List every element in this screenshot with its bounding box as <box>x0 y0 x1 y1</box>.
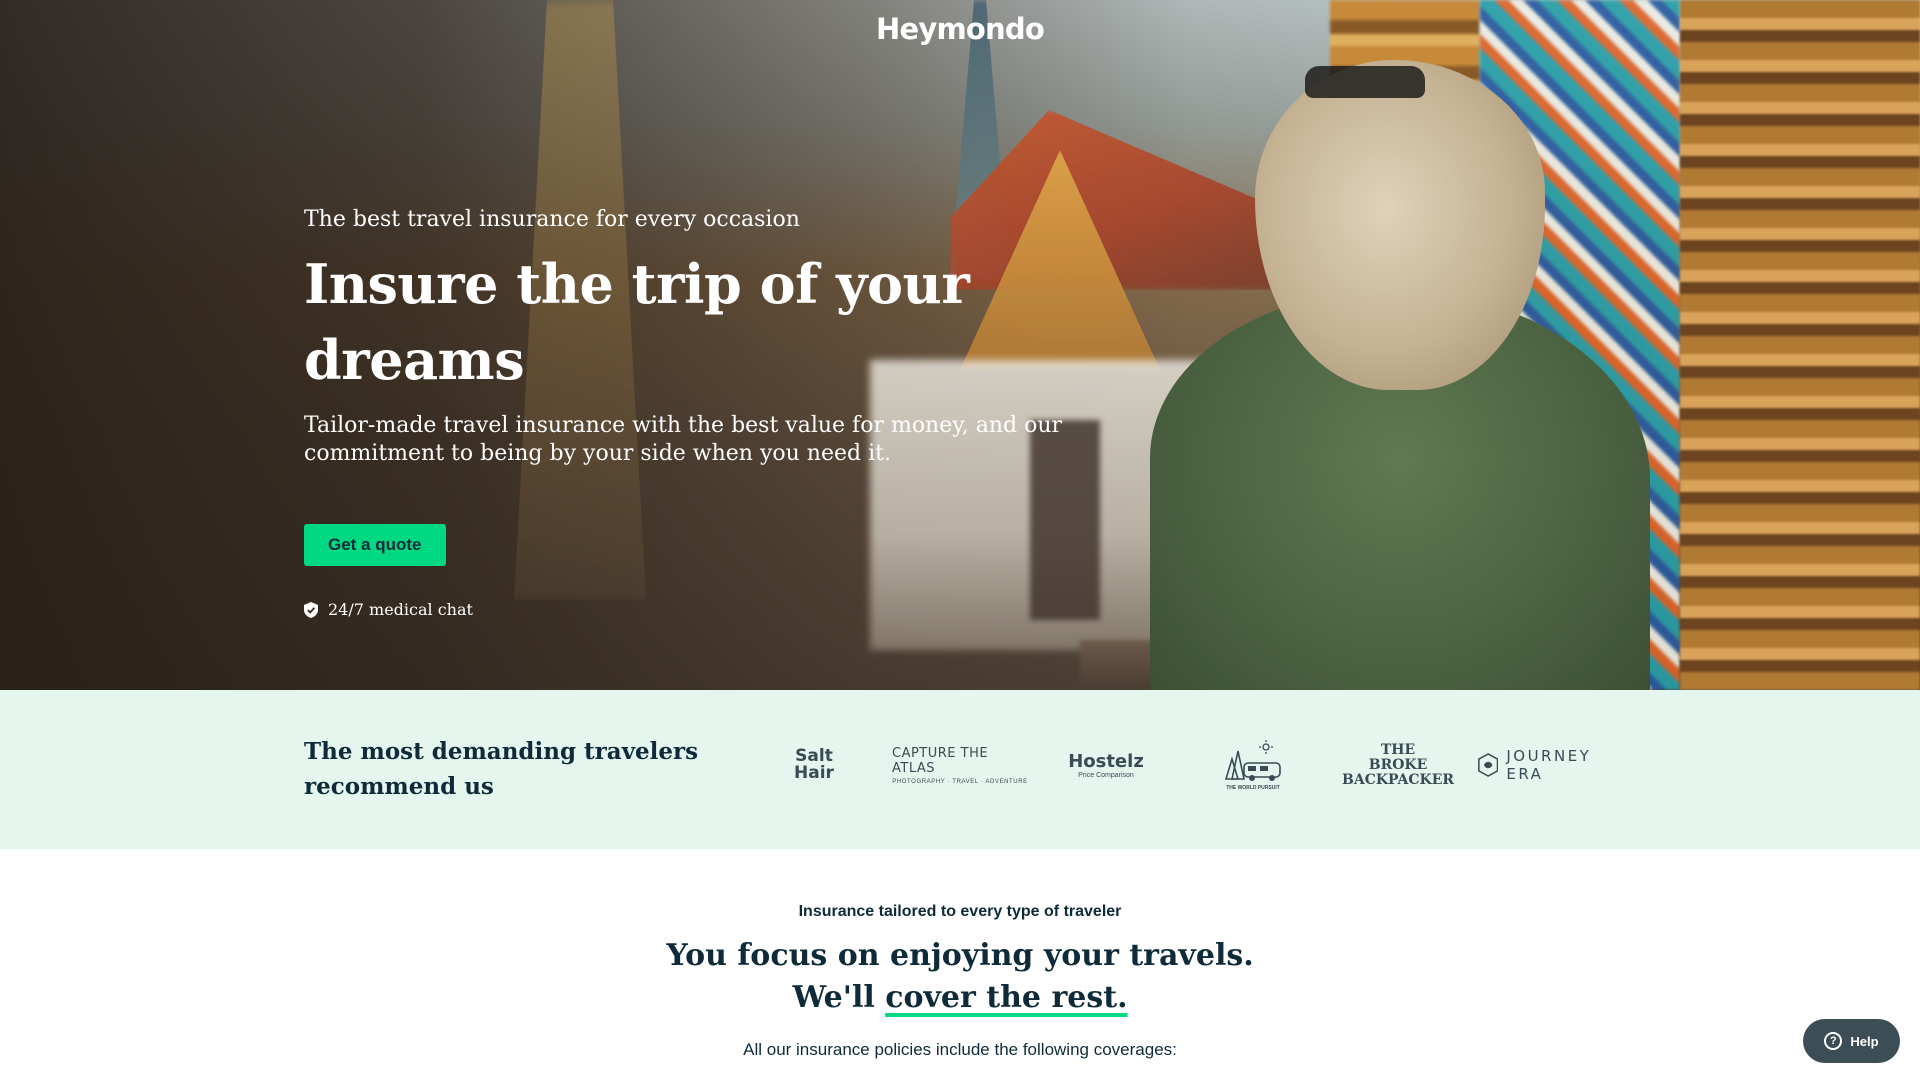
hero-subtext: Tailor-made travel insurance with the be… <box>304 413 1063 466</box>
partner-logo-tagline: PHOTOGRAPHY · TRAVEL · ADVENTURE <box>892 778 1028 785</box>
get-a-quote-button[interactable]: Get a quote <box>304 524 446 566</box>
question-circle-icon: ? <box>1824 1032 1843 1050</box>
camper-van-trees-icon <box>1224 740 1281 781</box>
coverage-title: You focus on enjoying your travels. We'l… <box>0 935 1920 1019</box>
partner-logo-text: Hostelz <box>1068 751 1144 772</box>
coverage-description: All our insurance policies include the f… <box>743 1040 1177 1059</box>
shield-check-icon <box>304 601 318 618</box>
partner-logo-the-world-pursuit: THE WORLD PURSUIT <box>1218 730 1288 800</box>
partner-logo-hostelz: Hostelz Price Comparison <box>1068 730 1144 800</box>
coverage-title-prefix: We'll <box>792 980 875 1015</box>
hero-headline: Insure the trip of your dreams <box>304 252 970 392</box>
partner-logo-text: BACKPACKER <box>1342 771 1454 788</box>
partner-logo-text: THE WORLD PURSUIT <box>1226 785 1280 791</box>
coverage-section: Insurance tailored to every type of trav… <box>0 849 1920 1080</box>
partner-logo-tagline: Price Comparison <box>1078 772 1134 779</box>
coverage-eyebrow: Insurance tailored to every type of trav… <box>798 903 1122 920</box>
partner-logo-text: THE BROKE <box>1368 741 1428 773</box>
partner-logo-salt-in-our-hair: Salt Hair <box>786 730 842 800</box>
coverage-title-highlight: cover the rest. <box>885 980 1128 1015</box>
hero-eyebrow: The best travel insurance for every occa… <box>304 207 800 232</box>
partner-logo-capture-the-atlas: CAPTURE THE ATLAS PHOTOGRAPHY · TRAVEL ·… <box>892 730 1028 800</box>
recommendations-band: The most demanding travelers recommend u… <box>0 690 1920 849</box>
recommendations-title: The most demanding travelers recommend u… <box>304 738 699 800</box>
hero-traveler-sunglasses <box>1305 66 1425 98</box>
partner-logo-text: JOURNEY ERA <box>1506 747 1592 783</box>
hero-traveler-hair <box>1255 60 1545 390</box>
help-label: Help <box>1850 1033 1879 1049</box>
help-button[interactable]: ? Help <box>1803 1019 1900 1063</box>
coverage-title-line2: We'll cover the rest. <box>0 977 1920 1019</box>
partner-logo-text: Hair <box>794 763 834 783</box>
coverage-title-line1: You focus on enjoying your travels. <box>666 938 1254 973</box>
partner-logo-text: CAPTURE THE ATLAS <box>892 745 989 776</box>
medical-chat-feature: 24/7 medical chat <box>304 600 1204 619</box>
hero-background-gold-pillar <box>1680 0 1920 690</box>
hero-section: Heymondo The best travel insurance for e… <box>0 0 1920 690</box>
journey-era-emblem-icon <box>1478 753 1499 777</box>
site-logo[interactable]: Heymondo <box>0 12 1920 46</box>
partner-logo-the-broke-backpacker: THE BROKE BACKPACKER <box>1342 730 1454 800</box>
partner-logo-journey-era: JOURNEY ERA <box>1478 730 1616 800</box>
hero-content: The best travel insurance for every occa… <box>304 200 1204 619</box>
medical-chat-label: 24/7 medical chat <box>328 600 473 619</box>
